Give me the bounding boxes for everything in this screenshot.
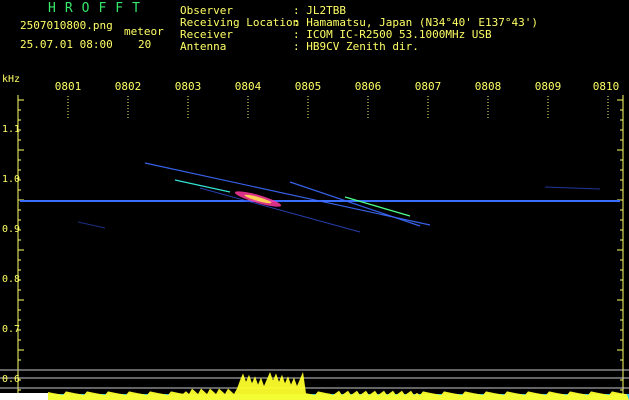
time-tick-label: 0804 [234,80,262,93]
faint-trace [77,221,106,229]
spectrum-marker [0,393,48,400]
time-tick-label: 0807 [414,80,442,93]
faint-trace [544,186,601,190]
meteor-trace [144,162,431,226]
freq-tick-label: 0.7 [2,324,21,335]
time-tick-label: 0801 [54,80,82,93]
spectrum-bursts [48,372,629,400]
meteor-trace [174,179,231,193]
meteor-trace [289,181,421,227]
spectrogram-plot [0,95,629,400]
time-tick-label: 0803 [174,80,202,93]
time-tick-label: 0809 [534,80,562,93]
meteor-trace [199,187,361,233]
freq-tick-label: 0.6 [2,374,21,385]
time-tick-label: 0806 [354,80,382,93]
freq-tick-label: 0.9 [2,224,21,235]
freq-axis-unit: kHz [2,74,21,85]
time-tick-label: 0810 [592,80,620,93]
freq-tick-label: 1.0 [2,174,21,185]
freq-tick-label: 0.8 [2,274,21,285]
time-tick-label: 0805 [294,80,322,93]
time-tick-label: 0808 [474,80,502,93]
freq-tick-label: 1.1 [2,124,21,135]
time-tick-label: 0802 [114,80,142,93]
